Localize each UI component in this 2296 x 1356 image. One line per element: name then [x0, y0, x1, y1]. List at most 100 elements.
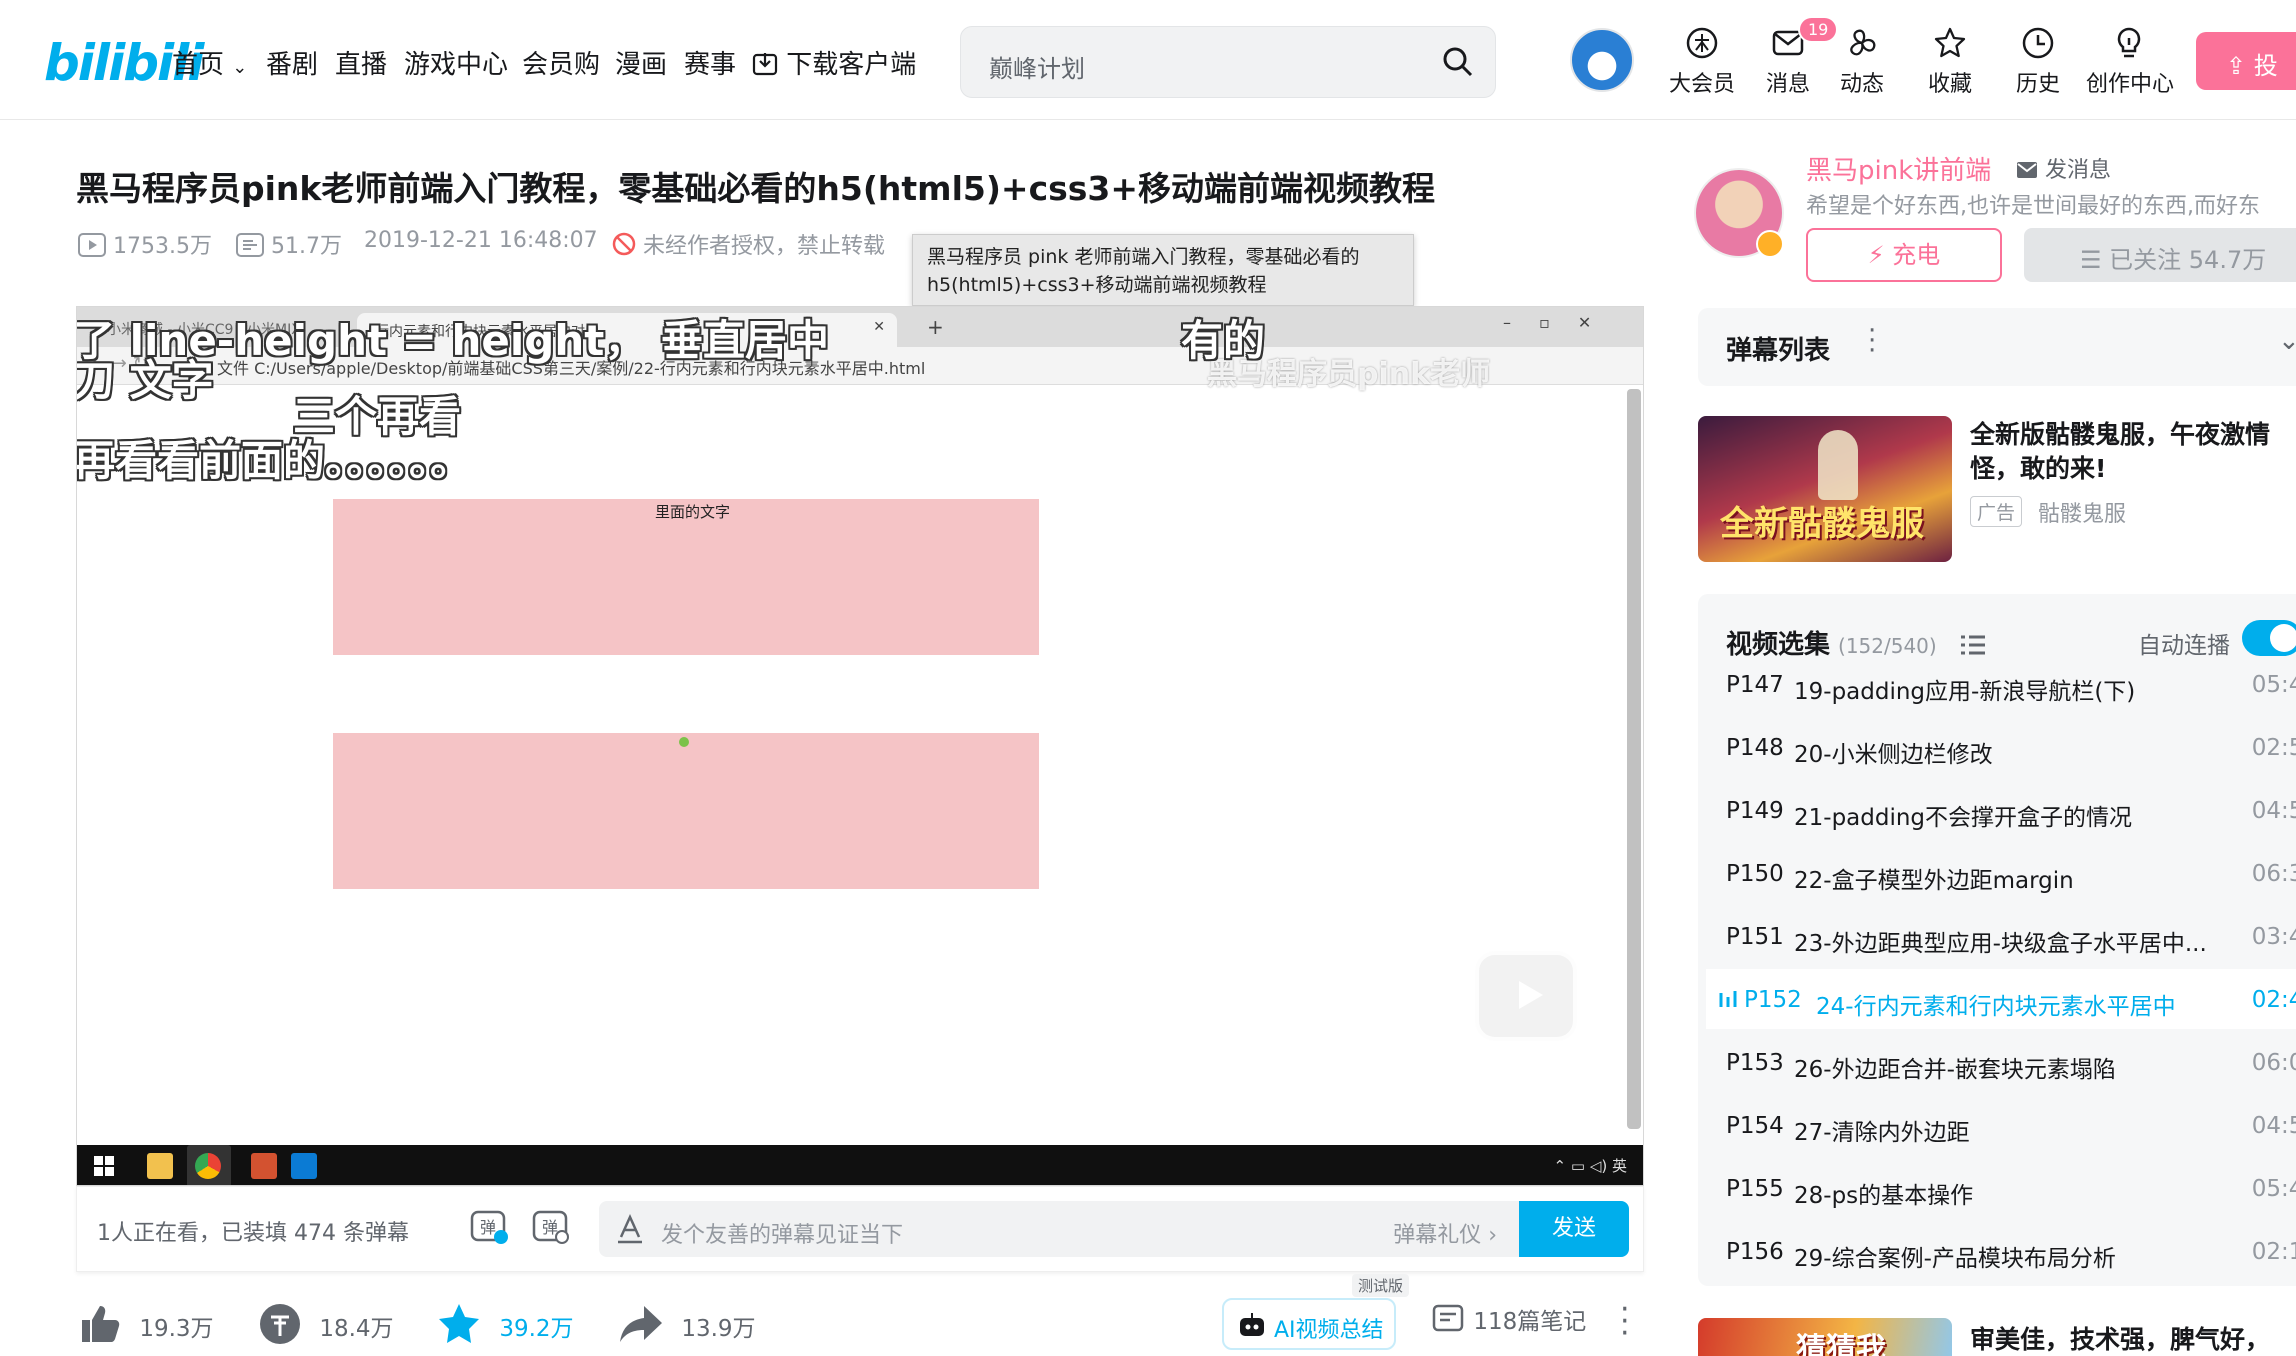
header-history[interactable]: 历史 [1998, 26, 2078, 98]
upload-button[interactable]: ⇪ 投 [2196, 32, 2296, 90]
user-avatar[interactable] [1570, 28, 1634, 92]
uploader-description: 希望是个好东西,也许是世间最好的东西,而好东 [1806, 194, 2260, 219]
danmaku-input[interactable]: 发个友善的弹幕见证当下 弹幕礼仪 › [599, 1201, 1519, 1257]
autoplay-toggle[interactable] [2242, 620, 2296, 656]
nav-manga[interactable]: 漫画 [615, 44, 667, 81]
ad-source: 骷髅鬼服 [2038, 502, 2127, 527]
page-scrollbar [1627, 389, 1641, 1129]
like-button[interactable]: 19.3万 [78, 1302, 214, 1346]
dynamic-icon [1822, 26, 1902, 60]
coin-button[interactable]: 18.4万 [258, 1302, 394, 1346]
danmaku-settings-icon[interactable]: 弹 [531, 1207, 571, 1247]
danmaku-etiquette-link[interactable]: 弹幕礼仪 › [1393, 1217, 1497, 1249]
episode-item[interactable]: P15123-外边距典型应用-块级盒子水平居中...03:43 [1706, 906, 2296, 966]
coin-icon [258, 1302, 302, 1346]
new-tab-icon: + [927, 315, 944, 339]
download-icon [752, 51, 778, 77]
episode-list-panel: 视频选集 (152/540) 自动连播 P147 19-padding应用-新浪导航… [1698, 594, 2296, 1286]
recommended-title[interactable]: 审美佳，技术强，脾气好， [1970, 1320, 2270, 1356]
header-favorite[interactable]: 收藏 [1910, 26, 1990, 98]
favorite-icon [1910, 26, 1990, 60]
nav-mall[interactable]: 会员购 [522, 44, 600, 81]
episode-item-current[interactable]: P15224-行内元素和行内块元素水平居中02:41 [1706, 969, 2296, 1029]
subtitle-line-3: 刀 文字 [76, 356, 214, 405]
danmaku-placeholder: 发个友善的弹幕见证当下 [661, 1223, 904, 1248]
search-input[interactable]: 巅峰计划 [960, 26, 1496, 98]
nav-home[interactable]: 首页 ⌄ [172, 44, 247, 81]
follow-button[interactable]: ☰ 已关注 54.7万 [2024, 228, 2296, 282]
nav-bangumi[interactable]: 番剧 [266, 44, 318, 81]
chevron-down-icon[interactable]: ⌄ [2278, 326, 2296, 356]
danmaku-toggle-icon[interactable]: 弹 [469, 1207, 509, 1247]
skeleton-figure [1818, 430, 1858, 500]
playing-bars-icon [1718, 989, 1738, 1009]
header-creator[interactable]: 创作中心 [2086, 26, 2174, 98]
subtitle-line-2: 有的 [1181, 316, 1266, 365]
episode-item[interactable]: P15022-盒子模型外边距margin06:35 [1706, 843, 2296, 903]
send-message-button[interactable]: 发消息 [2016, 152, 2111, 184]
notes-button[interactable]: 118篇笔记 [1432, 1302, 1586, 1336]
nav-game-center[interactable]: 游戏中心 [404, 44, 508, 81]
ad-card[interactable]: 全新骷髅鬼服 全新版骷髅鬼服，午夜激情怪，敢的来! 广告 骷髅鬼服 [1698, 416, 2296, 562]
recommended-video-card[interactable]: 猜猜我 审美佳，技术强，脾气好， [1698, 1318, 2296, 1356]
close-icon: ✕ [873, 319, 885, 335]
star-icon [436, 1302, 482, 1346]
ad-tag: 广告 [1970, 496, 2023, 527]
subtitle-line-5: 再看看前面的。。。。。。 [76, 436, 473, 485]
episode-item[interactable]: P14820-小米侧边栏修改02:57 [1706, 717, 2296, 777]
episode-item[interactable]: P14719-padding应用-新浪导航栏(下)05:48 [1706, 654, 2296, 714]
window-controls: –▫✕ [1503, 313, 1620, 332]
episode-item[interactable]: P15528-ps的基本操作05:41 [1706, 1158, 2296, 1218]
danmaku-list-panel[interactable]: 弹幕列表 · · · ⌄ [1698, 308, 2296, 386]
mail-icon [2016, 161, 2038, 179]
nav-match[interactable]: 赛事 [684, 44, 736, 81]
copyright-notice: 未经作者授权，禁止转载 [612, 228, 885, 260]
danmaku-count: 51.7万 [236, 228, 342, 260]
robot-icon [1238, 1312, 1266, 1338]
share-icon [618, 1302, 664, 1346]
vip-icon [1662, 26, 1742, 60]
svg-text:弹: 弹 [542, 1218, 558, 1237]
font-style-icon[interactable] [615, 1213, 645, 1245]
forbidden-icon [612, 232, 636, 256]
ad-title[interactable]: 全新版骷髅鬼服，午夜激情怪，敢的来! [1970, 418, 2296, 486]
beta-tag: 测试版 [1352, 1274, 1410, 1297]
episode-item[interactable]: P14921-padding不会撑开盒子的情况04:56 [1706, 780, 2296, 840]
windows-start-icon [91, 1153, 117, 1179]
recommended-thumbnail[interactable]: 猜猜我 [1698, 1318, 1952, 1356]
title-tooltip: 黑马程序员 pink 老师前端入门教程，零基础必看的h5(html5)+css3… [912, 234, 1414, 306]
ai-summary-button[interactable]: AI视频总结 [1222, 1298, 1396, 1350]
episode-item[interactable]: P15427-清除内外边距04:53 [1706, 1095, 2296, 1155]
bilibili-tv-icon[interactable] [1475, 951, 1577, 1041]
viewer-count: 1人正在看，已装填 474 条弹幕 [97, 1221, 409, 1246]
publish-date: 2019-12-21 16:48:07 [364, 228, 598, 253]
list-view-icon [1960, 634, 1986, 656]
history-icon [1998, 26, 2078, 60]
share-button[interactable]: 13.9万 [618, 1302, 756, 1346]
video-player[interactable]: 小米商城 - 小米CC9 | 小米MIX 行内元素和行内块元素水平居中对 ✕ + … [76, 306, 1644, 1186]
header-message[interactable]: 19 消息 [1748, 16, 1839, 98]
episode-item[interactable]: P15326-外边距合并-嵌套块元素塌陷06:05 [1706, 1032, 2296, 1092]
demo-box-top: 里面的文字 [333, 499, 1039, 655]
uploader-avatar[interactable] [1694, 168, 1784, 258]
uploader-name[interactable]: 黑马pink讲前端 [1806, 150, 1991, 187]
svg-text:弹: 弹 [480, 1218, 496, 1237]
more-options-icon[interactable]: · · · [1620, 1295, 1630, 1349]
play-count: 1753.5万 [78, 228, 212, 260]
search-icon[interactable] [1441, 45, 1475, 79]
header-dynamic[interactable]: 动态 [1822, 26, 1902, 98]
danmaku-send-bar: 1人正在看，已装填 474 条弹幕 弹 弹 发个友善的弹幕见证当下 弹幕礼仪 ›… [76, 1186, 1644, 1272]
nav-download-client[interactable]: 下载客户端 [752, 44, 916, 81]
send-danmaku-button[interactable]: 发送 [1519, 1201, 1629, 1257]
file-explorer-icon [147, 1153, 173, 1179]
charge-button[interactable]: ⚡ 充电 [1806, 228, 2002, 282]
header-vip[interactable]: 大会员 [1662, 26, 1742, 98]
more-icon[interactable]: · · · [1868, 318, 1876, 364]
recommended-thumbnail-text: 猜猜我 [1796, 1332, 1886, 1356]
danmaku-list-title: 弹幕列表 [1726, 336, 1831, 366]
ad-thumbnail[interactable]: 全新骷髅鬼服 [1698, 416, 1952, 562]
episode-item[interactable]: P15629-综合案例-产品模块布局分析02:18 [1706, 1221, 2296, 1281]
favorite-button[interactable]: 39.2万 [436, 1302, 574, 1346]
nav-live[interactable]: 直播 [335, 44, 387, 81]
system-tray: ⌃ ▭ ◁) 英 [1553, 1157, 1627, 1175]
